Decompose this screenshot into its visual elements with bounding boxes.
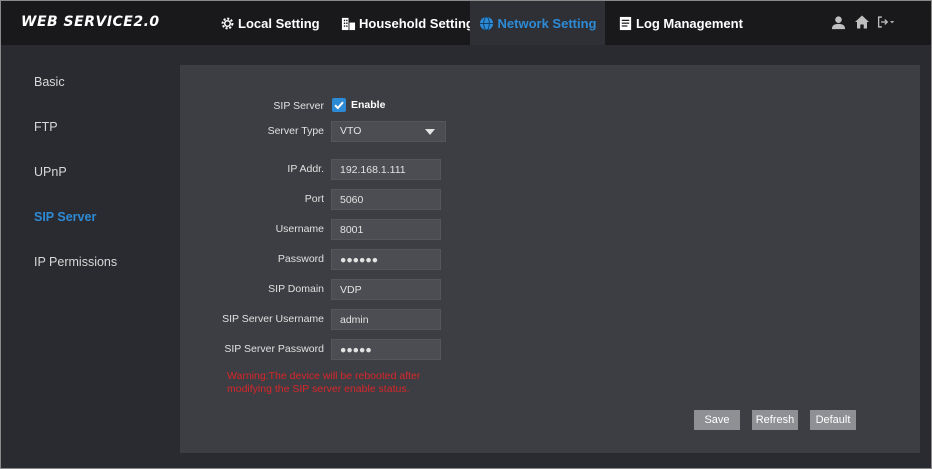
username-input[interactable] [331,219,441,240]
logout-icon[interactable] [877,13,895,31]
ip-addr-input[interactable] [331,159,441,180]
sidebar-item-sip-server[interactable]: SIP Server [34,210,96,224]
sip-domain-row: SIP Domain [180,279,920,301]
tab-log-management[interactable]: Log Management [617,1,743,45]
top-right-actions [829,13,895,31]
sidebar-item-ftp[interactable]: FTP [34,120,58,134]
username-label: Username [275,223,324,235]
tab-network-setting[interactable]: Network Setting [470,1,605,45]
document-icon [617,15,633,31]
reboot-warning-text: Warning:The device will be rebooted afte… [227,370,421,395]
refresh-button[interactable]: Refresh [752,410,798,430]
gear-icon [219,15,235,31]
sip-server-label: SIP Server [273,100,324,112]
ip-addr-row: IP Addr. [180,159,920,181]
sip-server-panel: SIP Server Enable Server Type VTO IP Add… [180,65,920,453]
password-input[interactable] [331,249,441,270]
sidebar-item-ip-permissions[interactable]: IP Permissions [34,255,117,269]
server-type-select[interactable]: VTO [331,121,446,142]
sip-server-password-label: SIP Server Password [224,343,324,355]
enable-checkbox[interactable] [332,98,346,112]
sip-server-username-row: SIP Server Username [180,309,920,331]
web-service-window: WEB SERVICE2.0 Local Setting Household S… [0,0,932,469]
sidebar: Basic FTP UPnP SIP Server IP Permissions [1,45,179,468]
port-input[interactable] [331,189,441,210]
tab-local-setting-label: Local Setting [238,15,320,31]
default-button[interactable]: Default [810,410,856,430]
sip-server-password-row: SIP Server Password [180,339,920,361]
username-row: Username [180,219,920,241]
chevron-down-icon [425,129,435,135]
sidebar-item-basic[interactable]: Basic [34,75,65,89]
password-row: Password [180,249,920,271]
brand-logo: WEB SERVICE2.0 [21,14,160,30]
tab-local-setting[interactable]: Local Setting [219,1,320,45]
ip-addr-label: IP Addr. [287,163,324,175]
port-label: Port [304,193,324,205]
building-icon [340,15,356,31]
sip-domain-input[interactable] [331,279,441,300]
checkmark-icon [334,101,344,110]
port-row: Port [180,189,920,211]
user-icon[interactable] [829,13,847,31]
password-label: Password [277,253,324,265]
home-icon[interactable] [853,13,871,31]
server-type-row: Server Type VTO [180,121,920,143]
globe-icon [479,15,495,31]
top-nav-bar: WEB SERVICE2.0 Local Setting Household S… [1,1,931,45]
sip-server-username-input[interactable] [331,309,441,330]
sip-domain-label: SIP Domain [268,283,324,295]
sip-server-username-label: SIP Server Username [222,313,324,325]
tab-household-setting-label: Household Setting [359,15,474,31]
server-type-value: VTO [340,125,362,137]
sip-server-password-input[interactable] [331,339,441,360]
tab-log-management-label: Log Management [636,15,743,31]
enable-label: Enable [351,99,386,111]
server-type-label: Server Type [267,125,324,137]
tab-network-setting-label: Network Setting [497,15,597,31]
sidebar-item-upnp[interactable]: UPnP [34,165,67,179]
tab-household-setting[interactable]: Household Setting [340,1,474,45]
sip-server-row: SIP Server Enable [180,96,920,118]
save-button[interactable]: Save [694,410,740,430]
